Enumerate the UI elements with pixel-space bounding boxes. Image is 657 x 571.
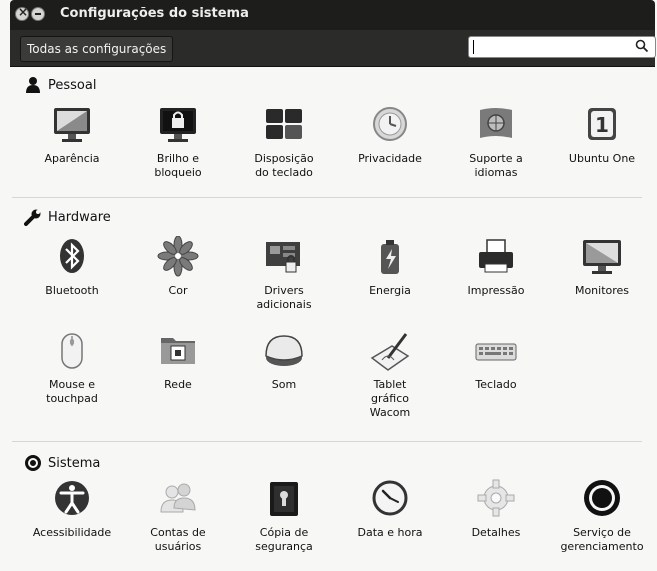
item-label: Rede — [164, 378, 192, 391]
svg-text:1: 1 — [595, 113, 609, 137]
network-icon — [161, 338, 195, 364]
ubuntu-one-icon: 1 — [588, 108, 616, 140]
text-cursor — [473, 40, 474, 54]
printer-icon — [479, 239, 513, 273]
color-icon — [157, 236, 199, 277]
minimize-button[interactable] — [31, 7, 45, 21]
drivers-icon — [266, 242, 300, 273]
settings-window: Configurações do sistema Todas as config… — [0, 0, 657, 571]
management-service-icon — [584, 480, 620, 516]
item-label: Ubuntu One — [568, 152, 636, 165]
item-label: Drivers adicionais — [256, 284, 312, 311]
item-label: Data e hora — [357, 526, 423, 539]
item-label: Disposição do teclado — [254, 152, 314, 179]
section-title: Pessoal — [48, 78, 97, 93]
user-accounts-icon — [160, 483, 196, 513]
item-label: Energia — [369, 284, 411, 297]
clock-icon — [372, 480, 408, 516]
item-label: Mouse e touchpad — [46, 378, 98, 405]
section-divider — [12, 441, 642, 442]
item-label: Tablet gráfico Wacom — [369, 378, 411, 419]
privacy-icon — [373, 107, 407, 141]
person-icon — [26, 77, 40, 93]
close-button[interactable] — [15, 5, 29, 21]
section-hardware: Hardware Bluetooth Cor Drivers adicionai… — [10, 208, 655, 438]
keyboard-icon — [475, 343, 517, 361]
item-label: Suporte a idiomas — [469, 152, 523, 179]
sound-icon — [265, 335, 303, 366]
accessibility-icon — [55, 481, 89, 515]
appearance-icon — [54, 108, 90, 142]
mouse-icon — [61, 333, 83, 369]
section-title: Sistema — [48, 456, 101, 471]
search-icon[interactable] — [635, 39, 649, 53]
bluetooth-icon — [60, 239, 84, 273]
item-label: Bluetooth — [45, 284, 99, 297]
item-label: Privacidade — [358, 152, 422, 165]
power-icon — [381, 240, 399, 274]
monitor-icon — [583, 240, 621, 274]
item-label: Teclado — [475, 378, 517, 391]
wacom-tablet-icon — [370, 333, 410, 371]
all-settings-button[interactable]: Todas as configurações — [20, 36, 174, 62]
section-personal: Pessoal Aparência Brilho e bloqueio Disp… — [10, 76, 655, 196]
item-label: Contas de usuários — [150, 526, 206, 553]
toolbar: Todas as configurações — [10, 30, 656, 67]
item-label: Brilho e bloqueio — [154, 152, 202, 179]
wrench-icon — [24, 209, 41, 226]
item-label: Detalhes — [471, 526, 521, 539]
keyboard-layout-icon — [266, 109, 302, 139]
item-label: Serviço de gerenciamento — [560, 526, 644, 553]
item-label: Aparência — [44, 152, 100, 165]
details-gear-icon — [477, 479, 515, 517]
section-title: Hardware — [48, 210, 111, 225]
section-divider — [12, 197, 642, 198]
system-icon — [25, 455, 41, 471]
title-bar[interactable]: Configurações do sistema — [10, 0, 655, 30]
item-label: Impressão — [467, 284, 525, 297]
brightness-lock-icon — [160, 108, 196, 142]
item-label: Acessibilidade — [32, 526, 112, 539]
item-label: Cópia de segurança — [255, 526, 313, 553]
window-title: Configurações do sistema — [60, 6, 249, 21]
backup-icon — [270, 482, 298, 516]
item-label: Cor — [168, 284, 188, 297]
search-input[interactable] — [468, 36, 656, 58]
language-support-icon — [480, 108, 512, 138]
section-system: Sistema Acessibilidade Contas de usuário… — [10, 454, 655, 571]
item-label: Monitores — [574, 284, 630, 297]
item-label: Som — [271, 378, 297, 391]
